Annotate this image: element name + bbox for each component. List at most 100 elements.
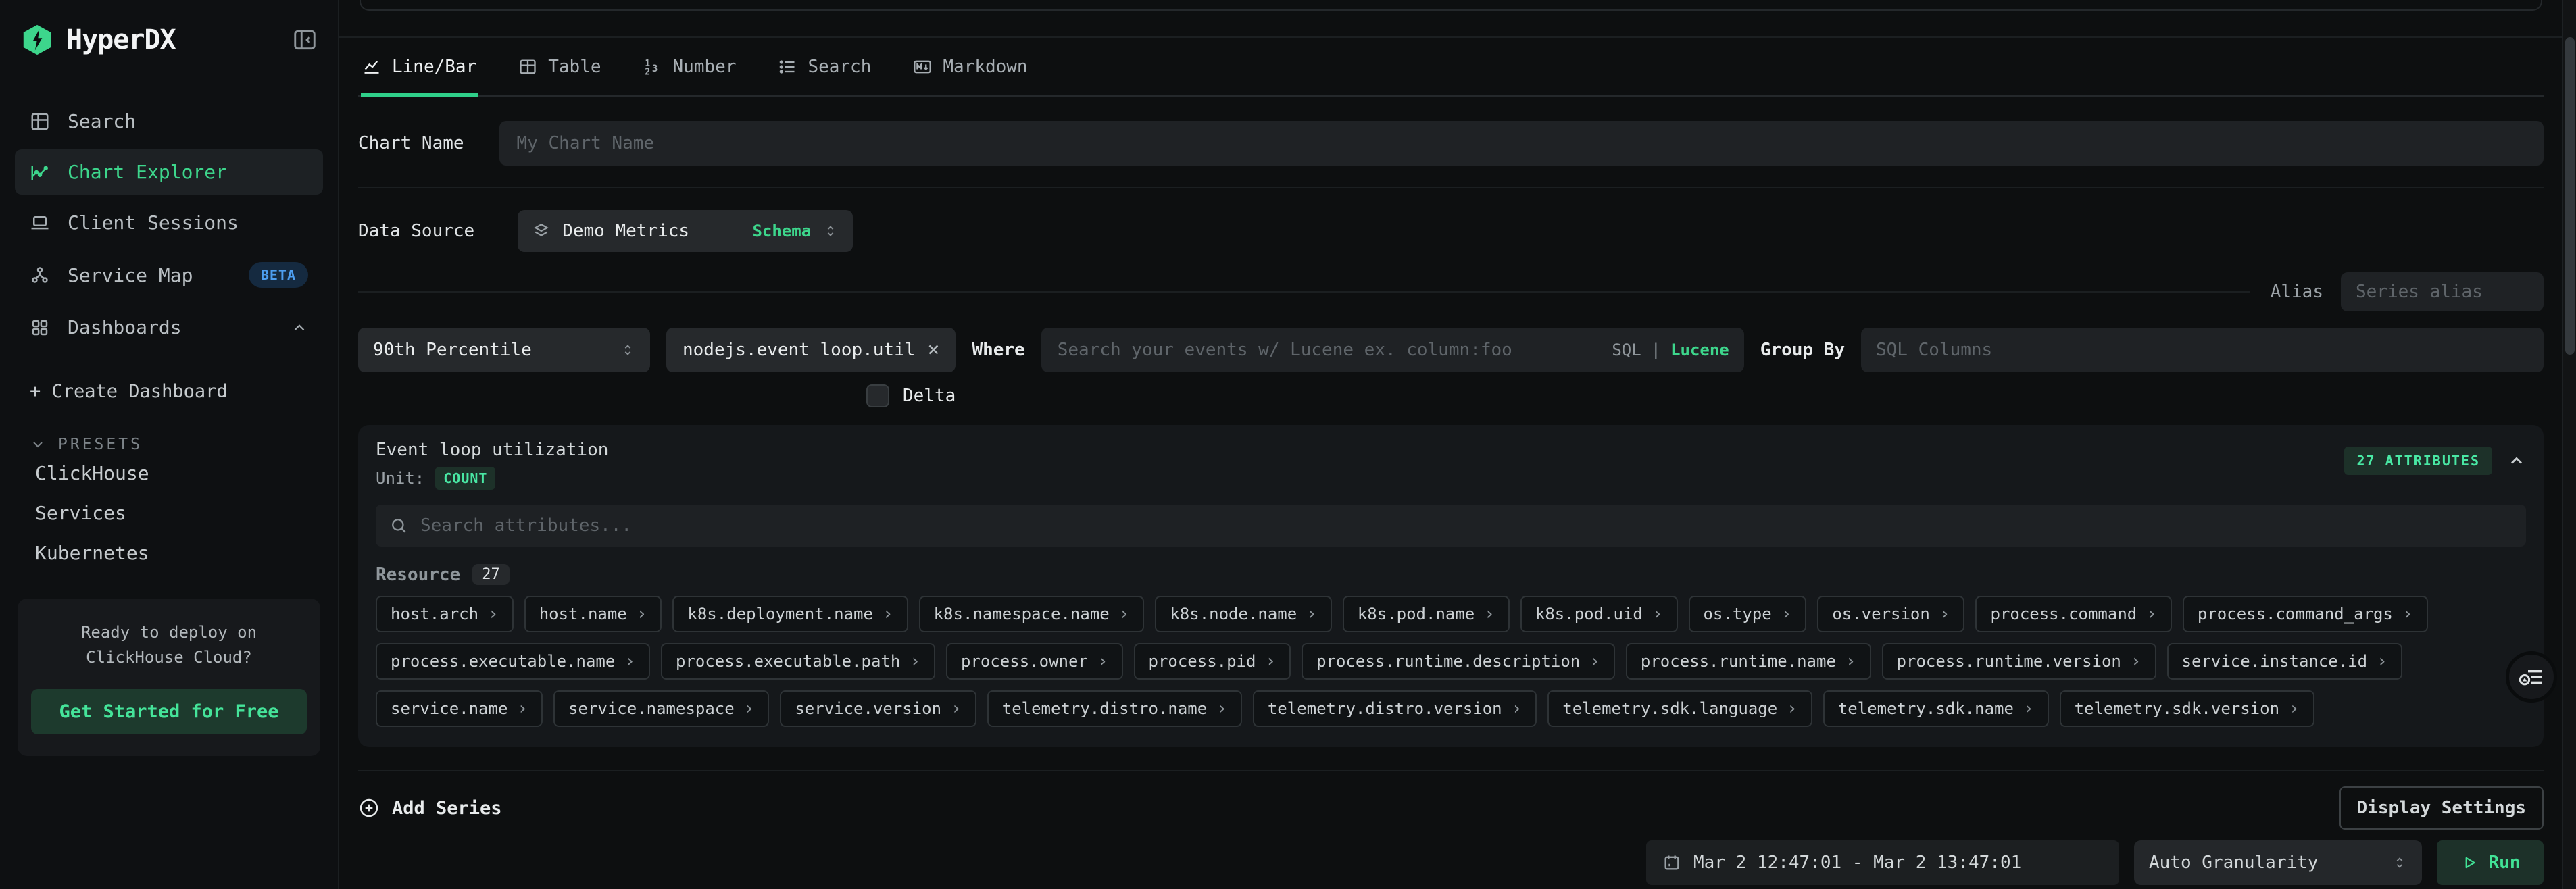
attribute-chip[interactable]: process.command › — [1975, 596, 2171, 632]
vertical-scrollbar[interactable] — [2562, 0, 2576, 889]
chevron-right-icon: › — [1939, 605, 1950, 623]
attribute-chip-label: telemetry.distro.name — [1002, 699, 1207, 718]
chevron-right-icon: › — [637, 605, 647, 623]
table-icon — [518, 57, 537, 76]
schema-link[interactable]: Schema — [752, 222, 811, 240]
layers-icon — [532, 222, 550, 240]
feedback-fab-button[interactable] — [2506, 651, 2557, 703]
attribute-chip[interactable]: telemetry.sdk.name › — [1823, 690, 2049, 727]
attribute-chip[interactable]: process.executable.name › — [376, 643, 650, 680]
chevron-right-icon: › — [1119, 605, 1130, 623]
tab-number[interactable]: 123 Number — [642, 57, 738, 97]
attribute-chip[interactable]: telemetry.sdk.version › — [2060, 690, 2314, 727]
attribute-chip-label: telemetry.distro.version — [1268, 699, 1502, 718]
add-series-button[interactable]: Add Series — [358, 797, 502, 819]
tab-markdown[interactable]: Markdown — [912, 57, 1029, 97]
attribute-chip-label: service.name — [391, 699, 507, 718]
attribute-chip[interactable]: service.version › — [780, 690, 976, 727]
attribute-chip[interactable]: k8s.node.name › — [1155, 596, 1332, 632]
time-range-value: Mar 2 12:47:01 - Mar 2 13:47:01 — [1693, 853, 2021, 873]
query-language-toggle[interactable]: SQL | Lucene — [1612, 340, 1729, 359]
attribute-chip-label: k8s.node.name — [1170, 605, 1297, 624]
where-search-input[interactable] — [1056, 339, 1612, 361]
collapse-panel-chevron-icon[interactable] — [2507, 451, 2526, 470]
chart-type-tabs: Line/Bar Table 123 Number Search — [358, 38, 2544, 97]
resource-group-label: Resource — [376, 565, 460, 585]
attribute-chip[interactable]: process.runtime.name › — [1626, 643, 1871, 680]
chevron-right-icon: › — [2146, 605, 2157, 623]
aggregation-value: 90th Percentile — [373, 340, 532, 360]
calendar-icon — [1662, 853, 1681, 872]
presets-label: PRESETS — [58, 436, 143, 453]
delta-checkbox[interactable] — [866, 384, 889, 407]
where-input-wrap: SQL | Lucene — [1041, 328, 1744, 372]
sidebar-item-client-sessions[interactable]: Client Sessions — [15, 200, 323, 245]
attribute-chip[interactable]: service.namespace › — [553, 690, 769, 727]
tab-search[interactable]: Search — [776, 57, 872, 97]
aggregation-select[interactable]: 90th Percentile — [358, 328, 650, 372]
chevron-right-icon: › — [2023, 700, 2034, 717]
create-dashboard-link[interactable]: + Create Dashboard — [15, 381, 323, 402]
close-icon[interactable]: × — [927, 340, 939, 360]
dashboards-icon — [30, 318, 50, 338]
time-range-picker[interactable]: Mar 2 12:47:01 - Mar 2 13:47:01 — [1646, 840, 2119, 885]
granularity-select[interactable]: Auto Granularity — [2134, 840, 2422, 885]
attribute-chip[interactable]: host.name › — [524, 596, 662, 632]
collapse-sidebar-icon[interactable] — [292, 27, 318, 53]
chevron-updown-icon — [823, 224, 838, 238]
sidebar-item-search[interactable]: Search — [15, 99, 323, 144]
sql-option[interactable]: SQL — [1612, 340, 1641, 359]
presets-toggle[interactable]: PRESETS — [15, 436, 323, 453]
brand-title: HyperDX — [66, 24, 176, 55]
attribute-chip[interactable]: os.version › — [1817, 596, 1964, 632]
get-started-button[interactable]: Get Started for Free — [31, 689, 307, 734]
series-alias-input[interactable] — [2341, 272, 2544, 311]
attribute-chip[interactable]: telemetry.distro.version › — [1253, 690, 1537, 727]
metric-attributes-panel: Event loop utilization Unit: COUNT 27 AT… — [358, 425, 2544, 747]
display-settings-button[interactable]: Display Settings — [2339, 786, 2544, 830]
attribute-chip-label: host.name — [539, 605, 627, 624]
preset-kubernetes[interactable]: Kubernetes — [15, 533, 323, 573]
unit-badge: COUNT — [435, 467, 495, 490]
sidebar-item-chart-explorer[interactable]: Chart Explorer — [15, 149, 323, 195]
attribute-search-input[interactable] — [419, 515, 2512, 536]
attribute-chip[interactable]: process.runtime.version › — [1882, 643, 2156, 680]
attribute-chip[interactable]: process.owner › — [946, 643, 1123, 680]
attribute-chip[interactable]: process.runtime.description › — [1302, 643, 1615, 680]
attribute-chip[interactable]: k8s.pod.uid › — [1520, 596, 1678, 632]
sidebar-item-service-map[interactable]: Service Map BETA — [15, 251, 323, 299]
scrollbar-thumb[interactable] — [2565, 37, 2575, 355]
lucene-option[interactable]: Lucene — [1670, 340, 1729, 359]
tab-line-bar[interactable]: Line/Bar — [361, 57, 478, 97]
group-by-input[interactable] — [1861, 328, 2544, 372]
attribute-chip[interactable]: process.pid › — [1134, 643, 1291, 680]
clickhouse-cloud-promo: Ready to deploy on ClickHouse Cloud? Get… — [18, 599, 320, 756]
data-source-select[interactable]: Demo Metrics Schema — [518, 210, 853, 252]
attribute-chip[interactable]: k8s.pod.name › — [1343, 596, 1510, 632]
attribute-chip[interactable]: telemetry.sdk.language › — [1547, 690, 1812, 727]
attribute-chip[interactable]: os.type › — [1689, 596, 1807, 632]
attribute-chip-label: process.runtime.name — [1641, 652, 1836, 671]
list-icon — [778, 57, 797, 76]
attribute-chip-label: os.type — [1704, 605, 1772, 624]
preset-services[interactable]: Services — [15, 493, 323, 533]
attribute-chip[interactable]: telemetry.distro.name › — [987, 690, 1242, 727]
attribute-chip[interactable]: process.executable.path › — [661, 643, 935, 680]
attribute-chip[interactable]: host.arch › — [376, 596, 514, 632]
run-button[interactable]: Run — [2437, 840, 2544, 885]
attribute-chip[interactable]: k8s.namespace.name › — [919, 596, 1145, 632]
attribute-chip-label: process.command — [1990, 605, 2137, 624]
laptop-icon — [30, 213, 50, 233]
sidebar-item-dashboards[interactable]: Dashboards — [15, 305, 323, 350]
tab-table[interactable]: Table — [517, 57, 602, 97]
preset-clickhouse[interactable]: ClickHouse — [15, 453, 323, 493]
metric-chip[interactable]: nodejs.event_loop.util × — [666, 328, 956, 372]
attribute-chip[interactable]: service.name › — [376, 690, 543, 727]
app-window: HyperDX Search Chart Explorer — [0, 0, 2576, 889]
attribute-chip[interactable]: service.instance.id › — [2167, 643, 2402, 680]
attribute-chip[interactable]: process.command_args › — [2183, 596, 2428, 632]
attribute-chip[interactable]: k8s.deployment.name › — [672, 596, 908, 632]
series-footer-row: Add Series Display Settings — [358, 771, 2544, 830]
chart-name-input[interactable] — [499, 121, 2544, 166]
language-divider: | — [1651, 340, 1660, 359]
